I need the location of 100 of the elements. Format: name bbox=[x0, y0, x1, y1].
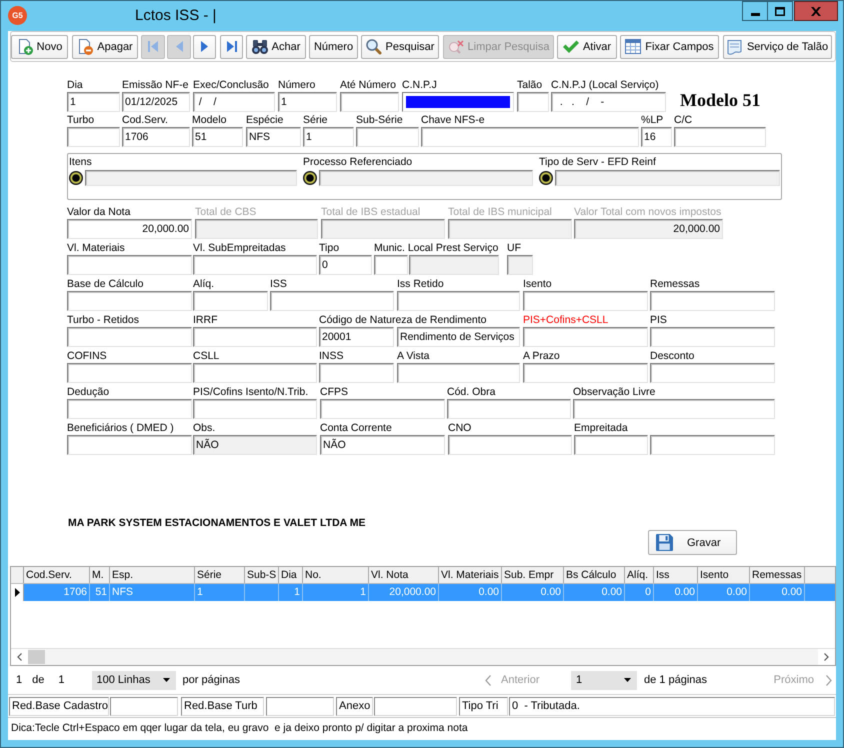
field-label: Itens bbox=[69, 155, 92, 169]
maximize-button[interactable] bbox=[767, 1, 793, 21]
input-field[interactable]: 16 bbox=[641, 127, 672, 147]
column-header[interactable]: Remessas bbox=[750, 567, 805, 583]
input-field[interactable]: 1 bbox=[303, 127, 354, 147]
input-field[interactable] bbox=[193, 399, 317, 419]
activate-button[interactable]: Ativar bbox=[557, 34, 617, 58]
dot-icon[interactable] bbox=[303, 171, 317, 185]
column-header[interactable]: Alíq. bbox=[625, 567, 654, 583]
delete-button[interactable]: Apagar bbox=[72, 34, 138, 58]
column-header[interactable]: Cod.Serv. bbox=[24, 567, 90, 583]
column-header[interactable]: Vl. Nota bbox=[369, 567, 439, 583]
input-field[interactable] bbox=[320, 399, 445, 419]
next-record-button[interactable] bbox=[193, 34, 216, 58]
input-field[interactable] bbox=[402, 92, 514, 112]
page-dropdown[interactable]: 1 bbox=[571, 670, 637, 690]
column-header[interactable]: Bs Cálculo bbox=[564, 567, 625, 583]
last-record-button[interactable] bbox=[220, 34, 243, 58]
input-field[interactable]: NFS bbox=[246, 127, 301, 147]
input-field[interactable] bbox=[421, 127, 639, 147]
save-button[interactable]: Gravar bbox=[648, 530, 737, 555]
scroll-left-button[interactable] bbox=[11, 649, 28, 665]
input-field[interactable] bbox=[517, 92, 549, 112]
input-field[interactable] bbox=[193, 363, 317, 383]
input-field[interactable] bbox=[650, 291, 775, 311]
input-field[interactable]: . . / - bbox=[551, 92, 666, 112]
input-field[interactable] bbox=[574, 435, 648, 455]
input-field[interactable] bbox=[523, 363, 648, 383]
input-field[interactable] bbox=[374, 255, 408, 275]
input-field[interactable] bbox=[397, 291, 520, 311]
input-field[interactable] bbox=[270, 291, 394, 311]
column-header[interactable]: Dia bbox=[279, 567, 303, 583]
number-button[interactable]: Número bbox=[309, 34, 358, 58]
input-field[interactable] bbox=[650, 363, 775, 383]
field-label: Exec/Conclusão bbox=[193, 78, 269, 92]
new-button[interactable]: Novo bbox=[11, 34, 68, 58]
input-field[interactable]: 0 bbox=[319, 255, 372, 275]
info-label: Red.Base Cadastro bbox=[9, 696, 109, 716]
input-field[interactable] bbox=[67, 327, 192, 347]
input-field[interactable] bbox=[193, 291, 268, 311]
input-field[interactable]: Rendimento de Serviços bbox=[397, 327, 520, 347]
input-field[interactable] bbox=[650, 435, 775, 455]
pin-fields-button[interactable]: Fixar Campos bbox=[620, 34, 719, 58]
column-header[interactable]: Série bbox=[195, 567, 245, 583]
input-field[interactable] bbox=[523, 327, 648, 347]
input-field[interactable] bbox=[448, 435, 572, 455]
field-label: Emissão NF-e bbox=[122, 78, 189, 92]
column-header[interactable]: Vl. Materiais bbox=[439, 567, 502, 583]
input-field[interactable] bbox=[67, 399, 192, 419]
column-header[interactable]: Sub-S bbox=[245, 567, 279, 583]
new-document-icon bbox=[16, 38, 33, 54]
input-field[interactable]: / / bbox=[193, 92, 275, 112]
column-header[interactable]: Iss bbox=[654, 567, 698, 583]
input-field[interactable] bbox=[674, 127, 766, 147]
rows-per-page-dropdown[interactable]: 100 Linhas bbox=[92, 670, 176, 690]
input-field[interactable]: NÃO bbox=[320, 435, 445, 455]
column-header[interactable]: No. bbox=[303, 567, 369, 583]
field-label: CNO bbox=[448, 421, 472, 435]
column-header[interactable]: M. bbox=[90, 567, 110, 583]
input-field[interactable] bbox=[193, 327, 317, 347]
scroll-right-button[interactable] bbox=[818, 649, 835, 665]
search-button[interactable]: Pesquisar bbox=[361, 34, 439, 58]
input-field[interactable]: 20,000.00 bbox=[67, 219, 192, 239]
column-header[interactable]: Isento bbox=[698, 567, 750, 583]
dot-icon[interactable] bbox=[539, 171, 553, 185]
input-field[interactable] bbox=[356, 127, 419, 147]
input-field[interactable] bbox=[67, 291, 192, 311]
input-field[interactable]: 1706 bbox=[122, 127, 190, 147]
dot-icon[interactable] bbox=[69, 171, 83, 185]
column-header[interactable]: Sub. Empr bbox=[502, 567, 564, 583]
input-field[interactable] bbox=[650, 327, 775, 347]
field-label: Valor da Nota bbox=[67, 205, 130, 219]
service-button[interactable]: Serviço de Talão bbox=[723, 34, 832, 58]
input-field[interactable] bbox=[319, 363, 394, 383]
input-field[interactable] bbox=[67, 363, 192, 383]
scrollbar-thumb[interactable] bbox=[28, 650, 45, 664]
delete-document-icon bbox=[77, 38, 94, 54]
input-field[interactable]: 51 bbox=[192, 127, 243, 147]
horizontal-scrollbar[interactable] bbox=[11, 648, 835, 665]
column-header[interactable]: Esp. bbox=[110, 567, 195, 583]
table-cell: 0.00 bbox=[698, 584, 750, 601]
input-field[interactable] bbox=[340, 92, 399, 112]
input-field[interactable] bbox=[67, 127, 120, 147]
input-field[interactable] bbox=[573, 399, 775, 419]
input-field[interactable] bbox=[523, 291, 648, 311]
table-cell: 0 bbox=[625, 584, 654, 601]
input-field[interactable] bbox=[447, 399, 571, 419]
input-field[interactable]: 1 bbox=[67, 92, 120, 112]
input-field[interactable]: 01/12/2025 bbox=[122, 92, 190, 112]
input-field[interactable] bbox=[397, 363, 520, 383]
info-label: Red.Base Turb bbox=[181, 696, 264, 716]
input-field[interactable] bbox=[67, 435, 192, 455]
page-count-label: de 1 páginas bbox=[644, 674, 707, 686]
input-field[interactable]: 20001 bbox=[319, 327, 394, 347]
close-button[interactable] bbox=[794, 1, 838, 21]
input-field[interactable] bbox=[67, 255, 192, 275]
input-field[interactable]: 1 bbox=[278, 92, 337, 112]
minimize-button[interactable] bbox=[742, 1, 768, 21]
find-button[interactable]: Achar bbox=[246, 34, 306, 58]
input-field[interactable] bbox=[193, 255, 317, 275]
